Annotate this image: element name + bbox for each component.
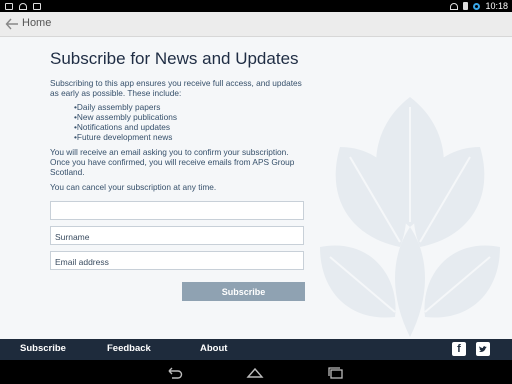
page-title[interactable]: Home	[22, 17, 51, 29]
back-arrow-icon[interactable]	[5, 17, 19, 31]
sync-icon	[473, 2, 481, 10]
system-nav-bar	[0, 360, 512, 384]
status-bar-left	[5, 1, 41, 11]
list-item: •New assembly publications	[74, 112, 177, 122]
first-name-field[interactable]	[50, 201, 304, 221]
nav-home-icon[interactable]	[246, 366, 264, 378]
first-name-input[interactable]	[51, 203, 295, 221]
surname-field[interactable]	[50, 226, 304, 246]
list-item: •Future development news	[74, 132, 173, 142]
twitter-icon[interactable]	[476, 342, 490, 356]
email-input[interactable]	[51, 253, 295, 271]
subscribe-button[interactable]: Subscribe	[182, 282, 305, 301]
battery-icon	[463, 2, 469, 10]
nav-recents-icon[interactable]	[327, 366, 345, 379]
benefit-list: •Daily assembly papers •New assembly pub…	[74, 102, 177, 142]
nav-back-icon[interactable]	[165, 366, 183, 379]
action-bar: Home	[0, 12, 512, 37]
wifi-signal-icon	[450, 2, 459, 10]
background-leaf-watermark	[300, 57, 512, 339]
cancel-text: You can cancel your subscription at any …	[50, 182, 217, 192]
facebook-glyph: f	[457, 343, 461, 355]
surname-input[interactable]	[51, 228, 295, 246]
footer-bar: Subscribe Feedback About f	[0, 339, 512, 360]
email-field[interactable]	[50, 251, 304, 271]
main-content: Subscribe for News and Updates Subscribi…	[0, 37, 512, 339]
footer-link-about[interactable]: About	[200, 343, 227, 354]
footer-link-subscribe[interactable]: Subscribe	[20, 343, 66, 354]
wifi-icon	[19, 2, 27, 10]
list-item: •Notifications and updates	[74, 122, 171, 132]
facebook-icon[interactable]: f	[452, 342, 466, 356]
gallery-icon	[5, 2, 13, 10]
android-icon	[33, 2, 41, 10]
status-time: 10:18	[485, 1, 508, 11]
list-item: •Daily assembly papers	[74, 102, 161, 112]
page-heading: Subscribe for News and Updates	[50, 49, 299, 68]
intro-text: Subscribing to this app ensures you rece…	[50, 78, 302, 98]
status-bar-right: 10:18	[450, 0, 508, 12]
status-bar: 10:18	[0, 0, 512, 12]
footer-link-feedback[interactable]: Feedback	[107, 343, 151, 354]
confirm-text: You will receive an email asking you to …	[50, 147, 295, 177]
